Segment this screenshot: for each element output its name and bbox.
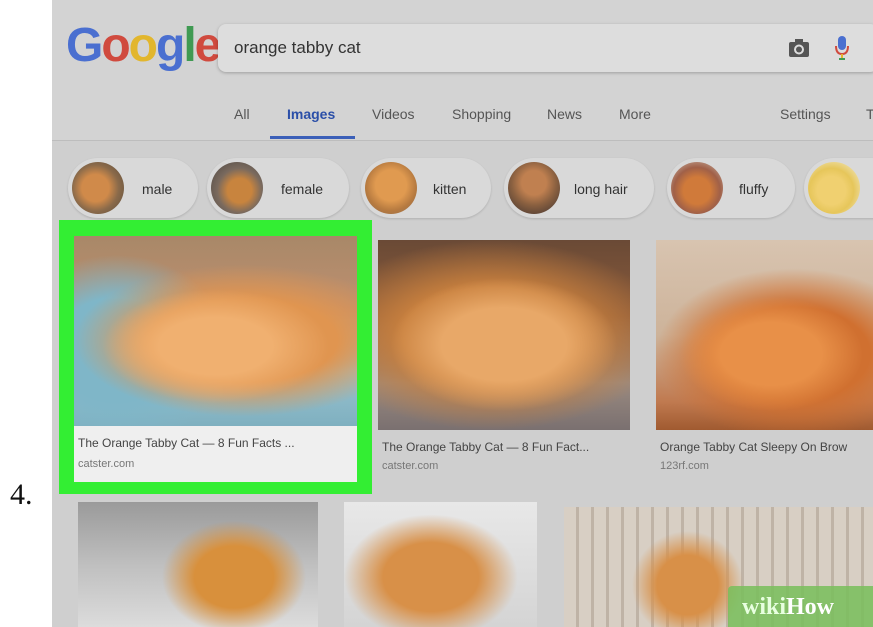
chip-thumbnail bbox=[508, 162, 560, 214]
watermark-wiki: wiki bbox=[742, 594, 787, 620]
result-image[interactable] bbox=[74, 236, 357, 426]
chip-thumbnail bbox=[808, 162, 860, 214]
search-input[interactable]: orange tabby cat bbox=[234, 38, 361, 58]
tab-shopping[interactable]: Shopping bbox=[452, 106, 511, 122]
tab-more[interactable]: More bbox=[619, 106, 651, 122]
result-image[interactable] bbox=[378, 240, 630, 430]
image-result-1[interactable]: The Orange Tabby Cat — 8 Fun Facts ... c… bbox=[74, 236, 357, 482]
google-header: Google orange tabby cat All Images Video… bbox=[52, 0, 873, 141]
watermark-how: How bbox=[786, 594, 835, 620]
chip-thumbnail bbox=[365, 162, 417, 214]
result-source: catster.com bbox=[78, 458, 135, 470]
search-box[interactable]: orange tabby cat bbox=[218, 24, 873, 72]
google-logo[interactable]: Google bbox=[66, 18, 222, 73]
chip-cartoon[interactable] bbox=[804, 158, 873, 218]
mic-icon[interactable] bbox=[834, 35, 850, 61]
chip-label: fluffy bbox=[739, 181, 769, 197]
tab-videos[interactable]: Videos bbox=[372, 106, 415, 122]
logo-letter: o bbox=[101, 19, 130, 72]
search-tabs: All Images Videos Shopping News More Set… bbox=[52, 96, 873, 140]
tab-images[interactable]: Images bbox=[287, 106, 335, 122]
chip-thumbnail bbox=[72, 162, 124, 214]
result-title[interactable]: Orange Tabby Cat Sleepy On Brow bbox=[660, 440, 847, 454]
tab-news[interactable]: News bbox=[547, 106, 582, 122]
tab-all[interactable]: All bbox=[234, 106, 250, 122]
step-number: 4. bbox=[10, 478, 33, 511]
result-title[interactable]: The Orange Tabby Cat — 8 Fun Fact... bbox=[382, 440, 589, 454]
browser-screenshot: Google orange tabby cat All Images Video… bbox=[52, 0, 873, 627]
chip-male[interactable]: male bbox=[68, 158, 198, 218]
image-result-5[interactable] bbox=[344, 502, 537, 627]
image-result-2[interactable]: The Orange Tabby Cat — 8 Fun Fact... cat… bbox=[378, 240, 630, 480]
result-title[interactable]: The Orange Tabby Cat — 8 Fun Facts ... bbox=[78, 436, 295, 450]
chip-label: long hair bbox=[574, 181, 628, 197]
result-source: 123rf.com bbox=[660, 460, 709, 472]
result-image[interactable] bbox=[656, 240, 873, 430]
chip-thumbnail bbox=[211, 162, 263, 214]
result-image[interactable] bbox=[344, 502, 537, 627]
wikihow-watermark: wikiHow bbox=[728, 586, 873, 627]
camera-icon[interactable] bbox=[788, 37, 810, 59]
image-result-3[interactable]: Orange Tabby Cat Sleepy On Brow 123rf.co… bbox=[656, 240, 873, 480]
chip-thumbnail bbox=[671, 162, 723, 214]
result-image[interactable] bbox=[78, 502, 318, 627]
logo-letter: e bbox=[194, 19, 222, 72]
tab-tools[interactable]: T bbox=[866, 106, 873, 122]
chip-long-hair[interactable]: long hair bbox=[504, 158, 654, 218]
active-tab-underline bbox=[270, 136, 355, 139]
chip-female[interactable]: female bbox=[207, 158, 349, 218]
logo-letter: G bbox=[66, 19, 103, 72]
logo-letter: o bbox=[128, 19, 158, 72]
image-result-4[interactable] bbox=[78, 502, 318, 627]
chip-label: kitten bbox=[433, 181, 467, 197]
logo-letter: l bbox=[183, 19, 196, 72]
chip-kitten[interactable]: kitten bbox=[361, 158, 491, 218]
chip-label: male bbox=[142, 181, 173, 197]
tab-settings[interactable]: Settings bbox=[780, 106, 831, 122]
result-source: catster.com bbox=[382, 460, 439, 472]
chip-label: female bbox=[281, 181, 324, 197]
logo-letter: g bbox=[156, 19, 185, 72]
chip-fluffy[interactable]: fluffy bbox=[667, 158, 795, 218]
